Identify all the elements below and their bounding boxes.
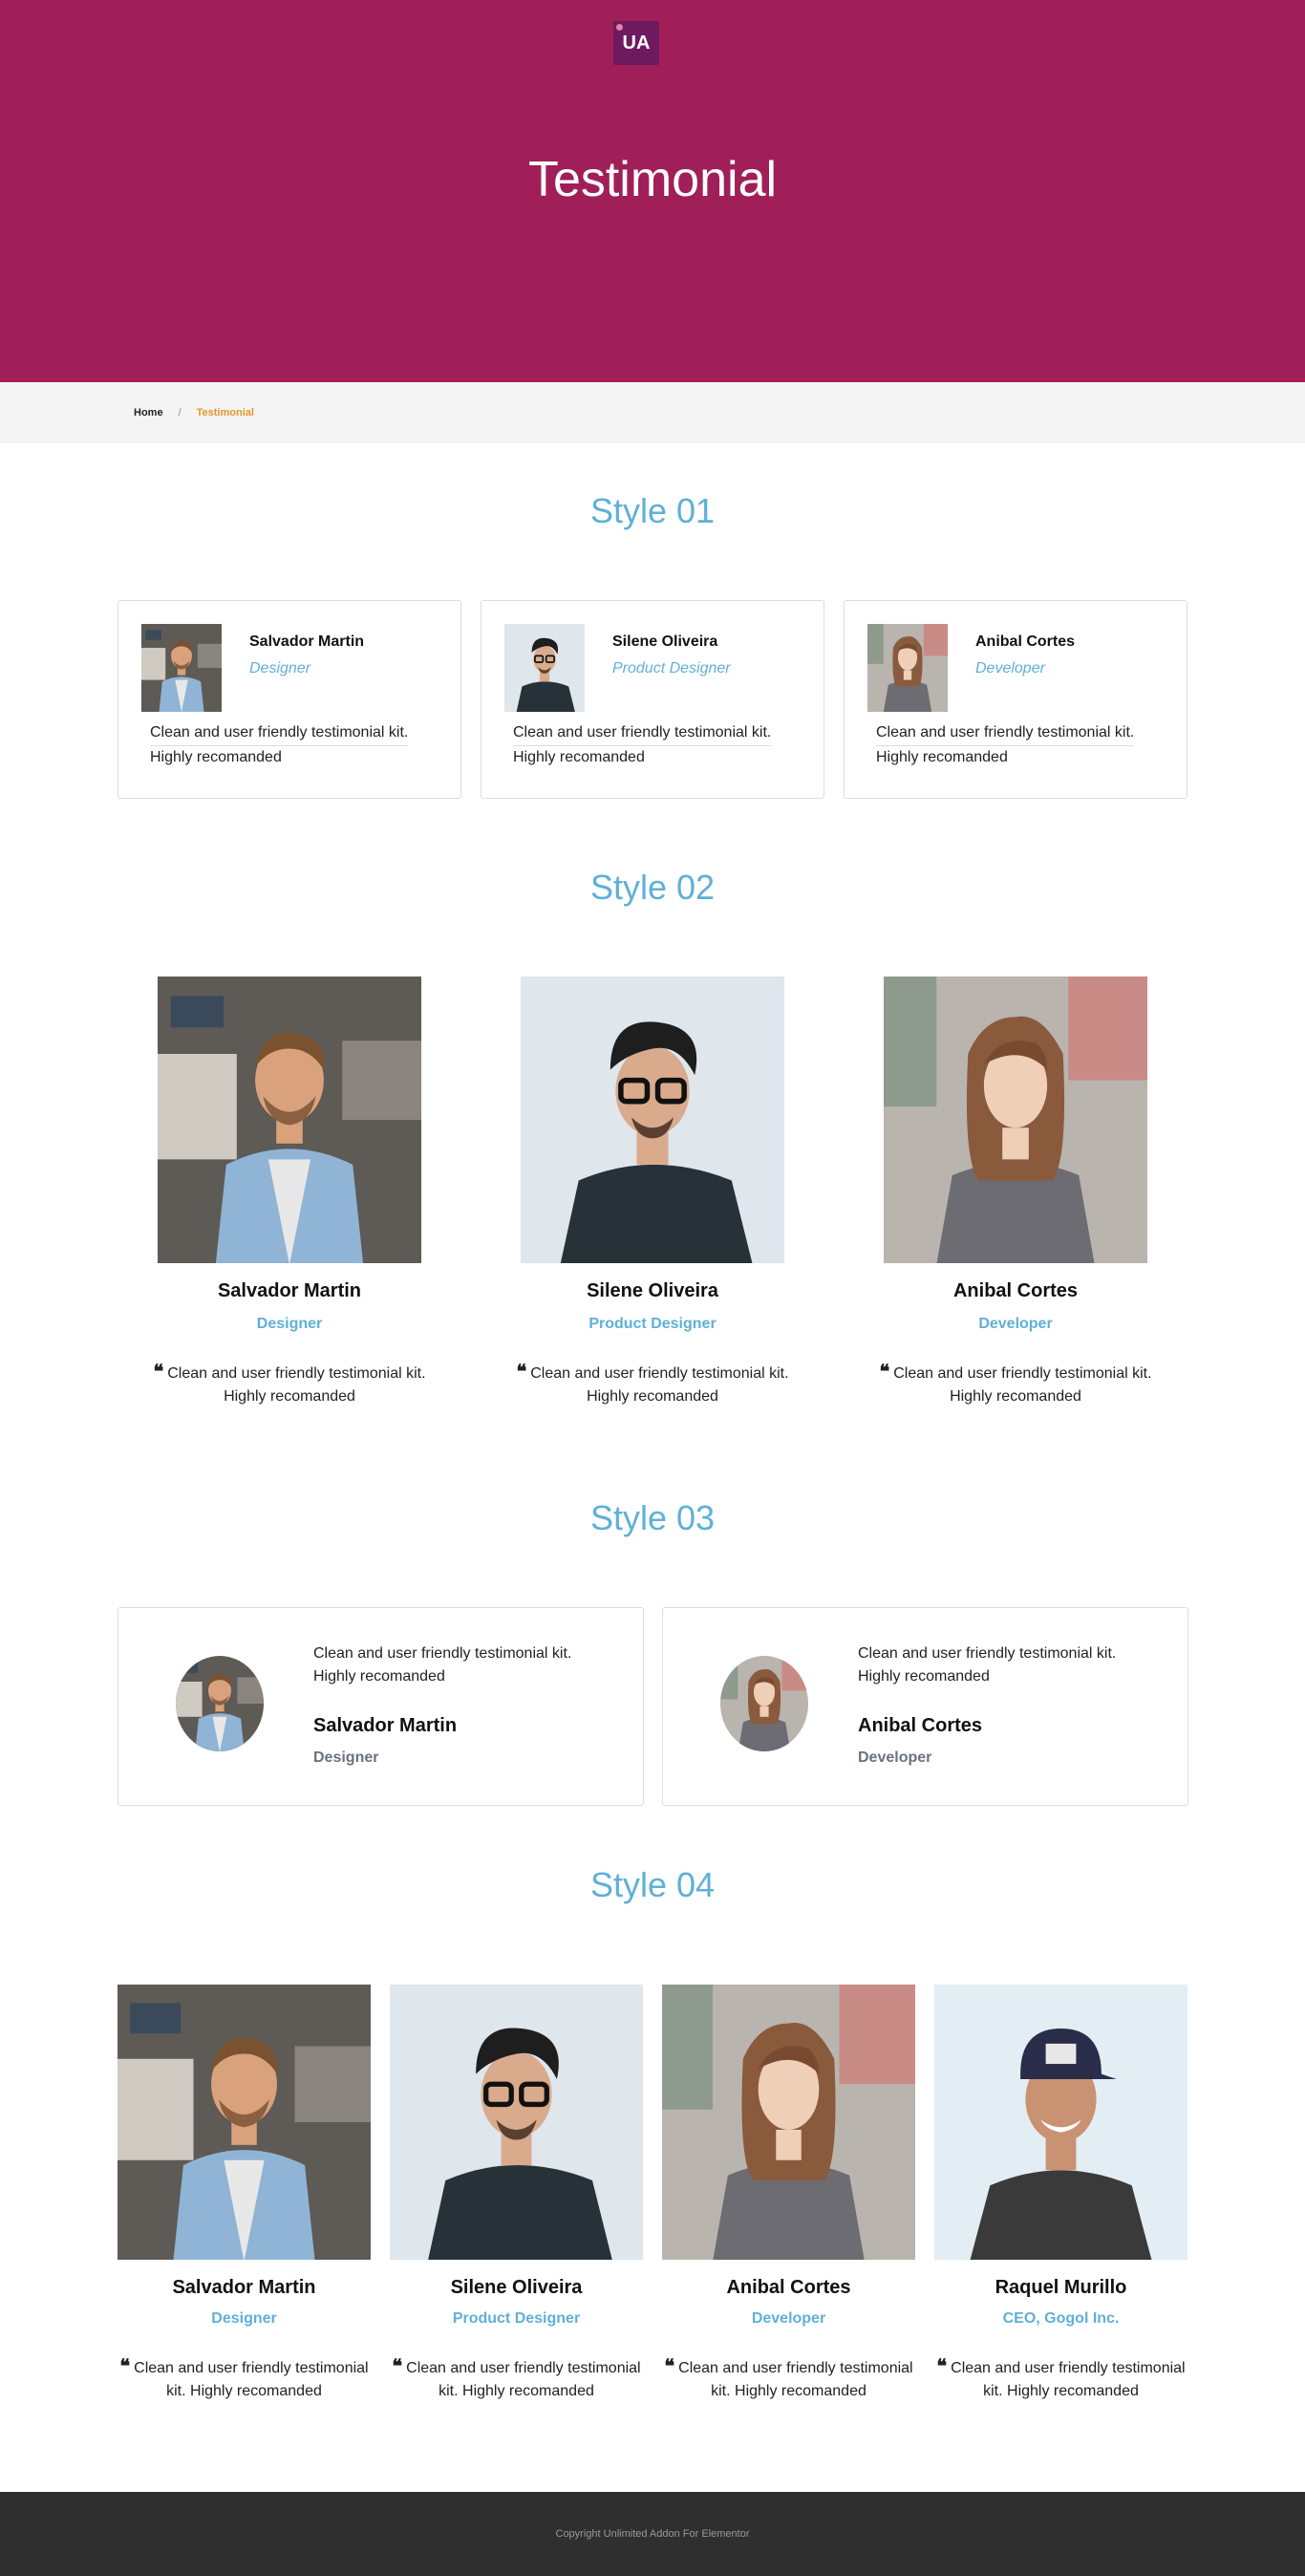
testimonial-card: Clean and user friendly testimonial kit.… <box>662 1607 1188 1806</box>
person-name: Anibal Cortes <box>975 633 1076 650</box>
brand-logo[interactable]: UA <box>613 21 659 65</box>
person-role: Developer <box>978 1316 1053 1332</box>
section-title-style04: Style 04 <box>589 1865 716 1904</box>
person-role: Designer <box>256 1316 323 1332</box>
person-role: CEO, Gogol Inc. <box>1002 2310 1120 2327</box>
person-photo <box>118 1985 371 2260</box>
quote-icon: ❝ <box>516 1360 527 1383</box>
logo-dot-icon <box>616 24 623 31</box>
quote-icon: ❝ <box>392 2354 403 2377</box>
quote-icon: ❝ <box>879 1360 890 1383</box>
quote-icon: ❝ <box>936 2354 948 2377</box>
person-role: Product Designer <box>452 2310 581 2327</box>
hero-banner: UA Testimonial <box>0 0 1305 382</box>
person-name: Anibal Cortes <box>726 2277 851 2298</box>
person-name: Raquel Murillo <box>995 2277 1127 2298</box>
person-name: Silene Oliveira <box>587 1280 718 1301</box>
testimonial-text: Clean and user friendly testimonial kit.… <box>150 721 437 769</box>
testimonial-item: Anibal Cortes Developer ❝ Clean and user … <box>844 977 1187 1408</box>
footer-copyright: Copyright Unlimited Addon For Elementor <box>555 2528 750 2540</box>
testimonial-text: Clean and user friendly testimonial kit.… <box>876 721 1163 769</box>
avatar <box>176 1656 264 1751</box>
person-name: Salvador Martin <box>313 1715 458 1736</box>
testimonial-text: ❝ Clean and user friendly testimonial kit… <box>392 2354 641 2399</box>
testimonial-text: ❝ Clean and user friendly testimonial kit… <box>119 2354 369 2399</box>
testimonial-line1: Clean and user friendly testimonial kit. <box>150 721 409 746</box>
person-name: Silene Oliveira <box>450 2277 583 2298</box>
person-name: Silene Oliveira <box>612 633 718 650</box>
testimonial-text: ❝ Clean and user friendly testimonial kit… <box>153 1360 426 1405</box>
page-title: Testimonial <box>527 152 778 207</box>
logo-text: UA <box>622 32 651 54</box>
person-name: Salvador Martin <box>249 633 365 650</box>
testimonial-line2: Highly recomanded <box>513 749 645 765</box>
person-name: Anibal Cortes <box>858 1715 983 1736</box>
testimonial-item: Anibal Cortes Developer ❝ Clean and user … <box>662 1985 915 2403</box>
person-photo <box>390 1985 643 2260</box>
quote-icon: ❝ <box>664 2354 675 2377</box>
person-photo <box>884 977 1147 1263</box>
testimonial-item: Raquel Murillo CEO, Gogol Inc. ❝ Clean an… <box>934 1985 1187 2403</box>
person-photo <box>158 977 421 1263</box>
person-role: Developer <box>975 660 1045 676</box>
quote-icon: ❝ <box>153 1360 164 1383</box>
person-role: Designer <box>313 1750 379 1766</box>
person-role: Designer <box>249 660 311 676</box>
quote-icon: ❝ <box>119 2354 131 2377</box>
testimonial-item: Silene Oliveira Product Designer ❝ Clean … <box>481 977 824 1408</box>
avatar <box>141 624 222 712</box>
person-role: Product Designer <box>612 660 731 676</box>
testimonial-line2: Highly recomanded <box>150 749 282 765</box>
testimonial-text: Clean and user friendly testimonial kit.… <box>313 1645 572 1685</box>
person-photo <box>934 1985 1187 2260</box>
testimonial-item: Salvador Martin Designer ❝ Clean and user… <box>118 977 461 1408</box>
person-name: Anibal Cortes <box>952 1280 1079 1301</box>
testimonial-line1: Clean and user friendly testimonial kit. <box>513 721 772 746</box>
avatar <box>867 624 948 712</box>
person-name: Salvador Martin <box>217 1280 362 1301</box>
section-title-style03: Style 03 <box>589 1498 716 1537</box>
person-role: Product Designer <box>588 1316 717 1332</box>
testimonial-text: Clean and user friendly testimonial kit.… <box>858 1645 1117 1685</box>
person-role: Developer <box>751 2310 826 2327</box>
testimonial-text: ❝ Clean and user friendly testimonial kit… <box>516 1360 789 1405</box>
person-photo <box>521 977 784 1263</box>
testimonial-card: Anibal Cortes Developer Clean and user f… <box>844 600 1187 799</box>
testimonial-text: ❝ Clean and user friendly testimonial kit… <box>664 2354 913 2399</box>
section-title-style02: Style 02 <box>589 868 716 907</box>
avatar <box>720 1656 808 1751</box>
person-photo <box>662 1985 915 2260</box>
testimonial-line1: Clean and user friendly testimonial kit. <box>876 721 1135 746</box>
testimonial-text: Clean and user friendly testimonial kit.… <box>513 721 800 769</box>
testimonial-card: Silene Oliveira Product Designer Clean a… <box>481 600 824 799</box>
person-role: Designer <box>211 2310 277 2327</box>
testimonial-card: Salvador Martin Designer Clean and user … <box>118 600 461 799</box>
avatar <box>504 624 585 712</box>
testimonial-text: ❝ Clean and user friendly testimonial kit… <box>879 1360 1152 1405</box>
testimonial-item: Salvador Martin Designer ❝ Clean and user… <box>118 1985 371 2403</box>
testimonial-text: ❝ Clean and user friendly testimonial kit… <box>936 2354 1186 2399</box>
footer: Copyright Unlimited Addon For Elementor <box>0 2492 1305 2576</box>
testimonial-card: Clean and user friendly testimonial kit.… <box>118 1607 644 1806</box>
person-role: Developer <box>858 1750 932 1766</box>
section-title-style01: Style 01 <box>589 491 716 530</box>
testimonial-line2: Highly recomanded <box>876 749 1008 765</box>
person-name: Salvador Martin <box>172 2277 316 2298</box>
testimonial-item: Silene Oliveira Product Designer ❝ Clean … <box>390 1985 643 2403</box>
